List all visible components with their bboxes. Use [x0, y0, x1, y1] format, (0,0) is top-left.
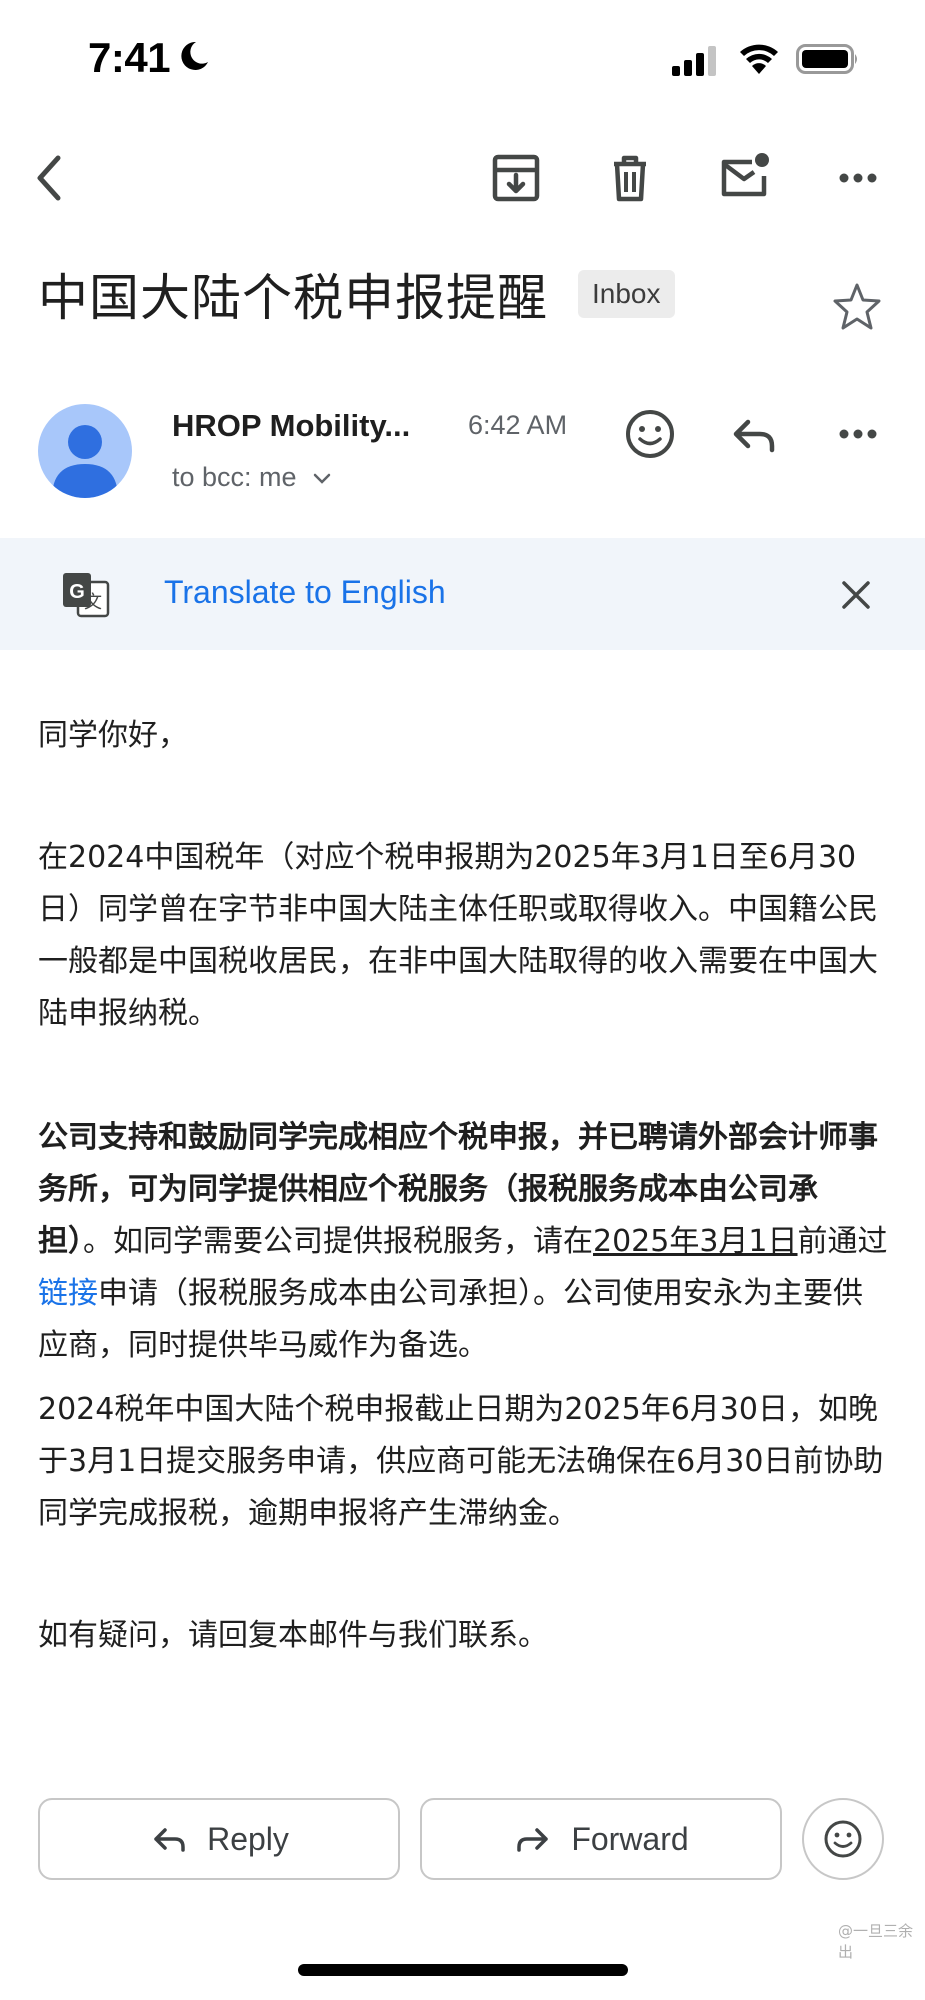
body-paragraph-2-text-a: 。如同学需要公司提供报税服务，请在 — [83, 1224, 593, 1259]
back-icon[interactable] — [22, 148, 82, 208]
add-reaction-icon[interactable] — [620, 404, 680, 464]
forward-icon — [517, 1828, 549, 1852]
reply-label: Reply — [207, 1820, 289, 1857]
body-paragraph-4: 如有疑问，请回复本邮件与我们联系。 — [38, 1618, 548, 1653]
body-paragraph-2-text-c: 申请（报税服务成本由公司承担）。公司使用安永为主要供应商，同时提供毕马威作为备选… — [38, 1276, 863, 1363]
archive-icon[interactable] — [486, 148, 546, 208]
email-subject: 中国大陆个税申报提醒 — [38, 269, 548, 327]
moon-icon — [176, 38, 212, 74]
battery-icon — [796, 44, 860, 79]
delete-icon[interactable] — [600, 148, 660, 208]
recipients-text: to bcc: me — [172, 462, 297, 492]
emoji-icon — [824, 1820, 862, 1858]
cellular-signal-icon — [672, 46, 716, 81]
forward-button[interactable]: Forward — [420, 1798, 782, 1880]
status-time: 7:41 — [88, 34, 171, 81]
body-paragraph-2-text-b: 前通过 — [797, 1224, 888, 1259]
body-paragraph-1: 在2024中国税年（对应个税申报期为2025年3月1日至6月30日）同学曾在字节… — [38, 840, 878, 1031]
chevron-down-icon — [313, 473, 331, 484]
reply-icon[interactable] — [724, 404, 784, 464]
star-icon[interactable] — [830, 280, 884, 334]
mark-unread-icon[interactable] — [714, 148, 774, 208]
translate-bar — [0, 538, 925, 650]
deadline-date: 2025年3月1日 — [593, 1224, 798, 1259]
recipients-toggle[interactable]: to bcc: me — [172, 462, 332, 493]
sender-avatar[interactable] — [38, 404, 132, 498]
emoji-reaction-button[interactable] — [802, 1798, 884, 1880]
inbox-label-badge[interactable]: Inbox — [578, 270, 675, 318]
home-indicator[interactable] — [298, 1964, 628, 1976]
translate-to-english-link[interactable]: Translate to English — [164, 574, 446, 611]
close-translate-icon[interactable] — [836, 570, 876, 620]
application-link[interactable]: 链接 — [38, 1276, 98, 1311]
watermark: @一旦三余出 — [838, 1922, 914, 1961]
more-options-icon[interactable] — [828, 148, 888, 208]
email-time: 6:42 AM — [468, 410, 568, 440]
sender-name[interactable]: HROP Mobility... — [172, 408, 410, 444]
body-paragraph-2: 公司支持和鼓励同学完成相应个税申报，并已聘请外部会计师事务所，可为同学提供相应个… — [38, 1112, 890, 1372]
forward-label: Forward — [571, 1820, 689, 1857]
body-paragraph-3: 2024税年中国大陆个税申报截止日期为2025年6月30日，如晚于3月1日提交服… — [38, 1392, 884, 1531]
more-options-message-icon[interactable] — [828, 404, 888, 464]
svg-text:G: G — [69, 581, 85, 603]
google-translate-icon: 文 G — [60, 570, 112, 622]
body-greeting: 同学你好， — [38, 718, 188, 753]
reply-button[interactable]: Reply — [38, 1798, 400, 1880]
reply-icon — [154, 1828, 185, 1852]
wifi-icon — [738, 40, 780, 79]
